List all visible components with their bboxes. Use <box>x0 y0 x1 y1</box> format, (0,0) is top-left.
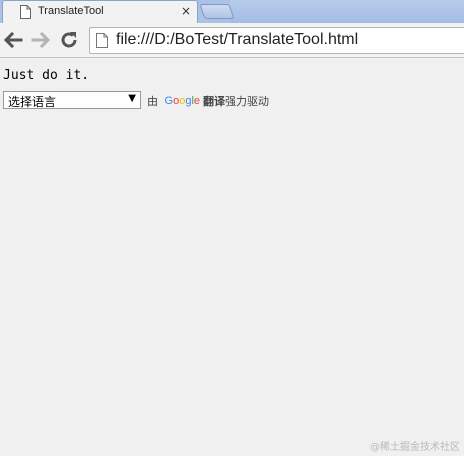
page-icon <box>96 33 108 48</box>
page-content: Just do it. 选择语言 ▼ 由 Google 翻译强力驱动 @稀土掘金技… <box>0 59 464 456</box>
tab-strip-empty-area[interactable] <box>230 0 464 23</box>
tab-title: TranslateTool <box>38 5 104 17</box>
language-select-value: 选择语言 <box>8 95 57 109</box>
powered-prefix: 由 <box>147 95 158 108</box>
close-tab-icon[interactable]: × <box>181 4 191 18</box>
google-logo-letter: e <box>193 95 201 108</box>
reload-icon[interactable] <box>58 29 80 51</box>
chevron-down-icon: ▼ <box>128 93 136 104</box>
translate-label: 翻译 <box>203 95 226 108</box>
page-icon <box>20 5 31 19</box>
arrow-right-icon[interactable] <box>30 29 52 51</box>
browser-toolbar: file:///D:/BoTest/TranslateTool.html <box>0 23 464 58</box>
watermark: @稀土掘金技术社区 <box>370 442 460 453</box>
powered-suffix: 强力驱动 <box>225 95 270 108</box>
google-logo-letter: G <box>164 95 174 108</box>
page-text: Just do it. <box>3 68 90 83</box>
address-bar[interactable]: file:///D:/BoTest/TranslateTool.html <box>89 27 464 54</box>
url-text: file:///D:/BoTest/TranslateTool.html <box>116 31 359 48</box>
language-select[interactable]: 选择语言 ▼ <box>3 91 141 109</box>
google-logo[interactable]: Google <box>165 95 201 107</box>
arrow-left-icon[interactable] <box>2 29 24 51</box>
powered-by-google-translate: 由 Google 翻译强力驱动 <box>147 93 269 109</box>
browser-tab[interactable]: TranslateTool × <box>2 0 198 23</box>
new-tab-button[interactable] <box>199 4 235 19</box>
